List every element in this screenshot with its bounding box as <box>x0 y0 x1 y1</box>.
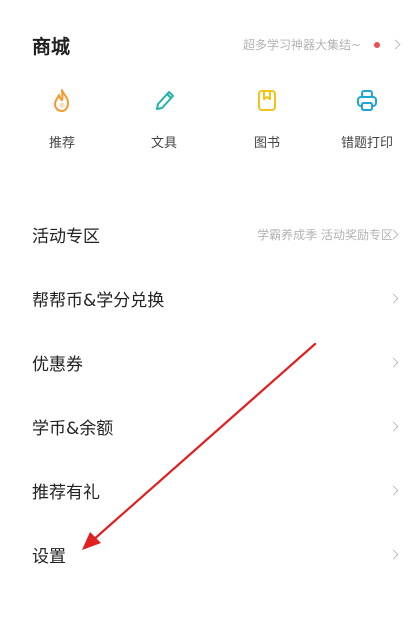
category-stationery[interactable]: 文具 <box>119 88 209 151</box>
settings-menu: 活动专区 学霸养成季 活动奖励专区 帮帮币&学分兑换 优惠券 学币&余额 推荐有… <box>0 202 415 586</box>
menu-item-label: 优惠券 <box>32 354 83 375</box>
category-label: 图书 <box>253 136 280 151</box>
chevron-right-icon <box>388 485 399 495</box>
menu-item-activity[interactable]: 活动专区 学霸养成季 活动奖励专区 <box>0 202 415 266</box>
pen-icon <box>119 88 209 114</box>
menu-item-referral[interactable]: 推荐有礼 <box>0 458 415 522</box>
printer-icon <box>322 88 412 114</box>
shop-link[interactable]: 超多学习神器大集结~ <box>242 36 401 53</box>
menu-item-settings[interactable]: 设置 <box>0 522 415 586</box>
chevron-right-icon <box>388 293 399 303</box>
menu-item-label: 学币&余额 <box>32 418 114 439</box>
chevron-right-icon <box>388 549 399 559</box>
shop-subtitle: 超多学习神器大集结~ <box>242 38 361 52</box>
shop-title: 商城 <box>32 36 71 58</box>
notification-dot <box>374 41 380 48</box>
category-label: 错题打印 <box>340 136 393 151</box>
shop-header[interactable]: 商城 超多学习神器大集结~ <box>0 26 415 66</box>
menu-item-label: 帮帮币&学分兑换 <box>32 290 165 311</box>
menu-item-coin-exchange[interactable]: 帮帮币&学分兑换 <box>0 266 415 330</box>
menu-item-label: 活动专区 <box>32 226 100 247</box>
flame-icon <box>17 88 107 114</box>
menu-item-balance[interactable]: 学币&余额 <box>0 394 415 458</box>
menu-item-label: 推荐有礼 <box>32 482 100 503</box>
category-error-print[interactable]: 错题打印 <box>322 88 412 151</box>
chevron-right-icon <box>388 421 399 431</box>
menu-item-extra: 学霸养成季 活动奖励专区 <box>257 227 393 242</box>
category-label: 文具 <box>150 136 177 151</box>
book-icon <box>222 88 312 114</box>
menu-item-label: 设置 <box>32 546 66 567</box>
menu-item-coupons[interactable]: 优惠券 <box>0 330 415 394</box>
category-recommend[interactable]: 推荐 <box>17 88 107 151</box>
category-books[interactable]: 图书 <box>222 88 312 151</box>
category-label: 推荐 <box>48 136 75 151</box>
category-grid: 推荐 文具 图书 错题打印 <box>0 88 415 168</box>
chevron-right-icon <box>388 357 399 367</box>
chevron-right-icon <box>390 39 401 50</box>
